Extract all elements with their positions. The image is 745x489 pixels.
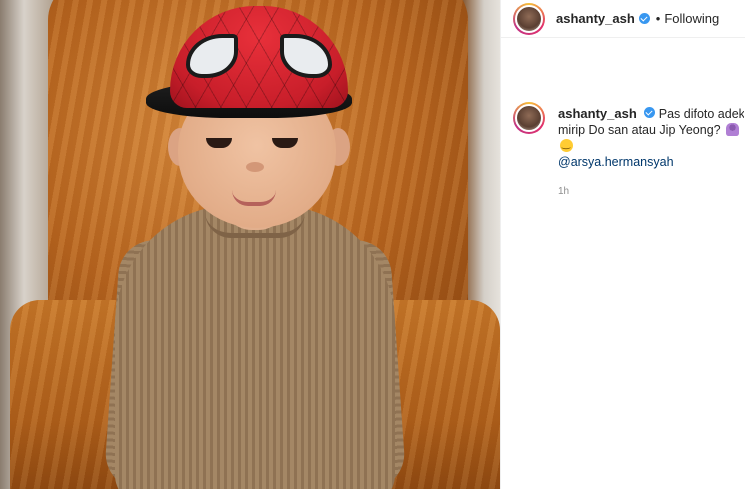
child-nose <box>246 162 264 172</box>
caption-text: ashanty_ash Pas difoto adek bilan mirip … <box>558 106 744 200</box>
post-side-panel: ashanty_ash • Following ashanty_ash Pas … <box>500 0 745 489</box>
caption-line-1: Pas difoto adek bilan <box>658 107 744 121</box>
person-shrugging-emoji-icon <box>726 123 740 136</box>
following-button[interactable]: Following <box>664 11 719 26</box>
cap-right-eye <box>280 34 332 78</box>
caption-line-2: mirip Do san atau Jip Yeong? <box>558 123 721 137</box>
author-avatar[interactable] <box>513 2 545 35</box>
smiling-face-emoji-icon <box>560 137 573 153</box>
cap-left-eye <box>186 34 238 78</box>
post-header: ashanty_ash • Following <box>501 0 745 38</box>
child-sweater <box>115 205 395 489</box>
verified-badge-icon <box>644 107 656 118</box>
caption-block: ashanty_ash Pas difoto adek bilan mirip … <box>501 38 745 200</box>
author-username[interactable]: ashanty_ash <box>556 11 635 26</box>
separator-dot: • <box>655 11 661 26</box>
post-photo[interactable] <box>0 0 500 489</box>
post-timestamp[interactable]: 1h <box>558 184 744 200</box>
verified-badge-icon <box>638 13 650 24</box>
caption-author-avatar[interactable] <box>513 102 545 134</box>
caption-author-username[interactable]: ashanty_ash <box>558 106 637 121</box>
mention-link[interactable]: @arsya.hermansyah <box>558 154 744 170</box>
